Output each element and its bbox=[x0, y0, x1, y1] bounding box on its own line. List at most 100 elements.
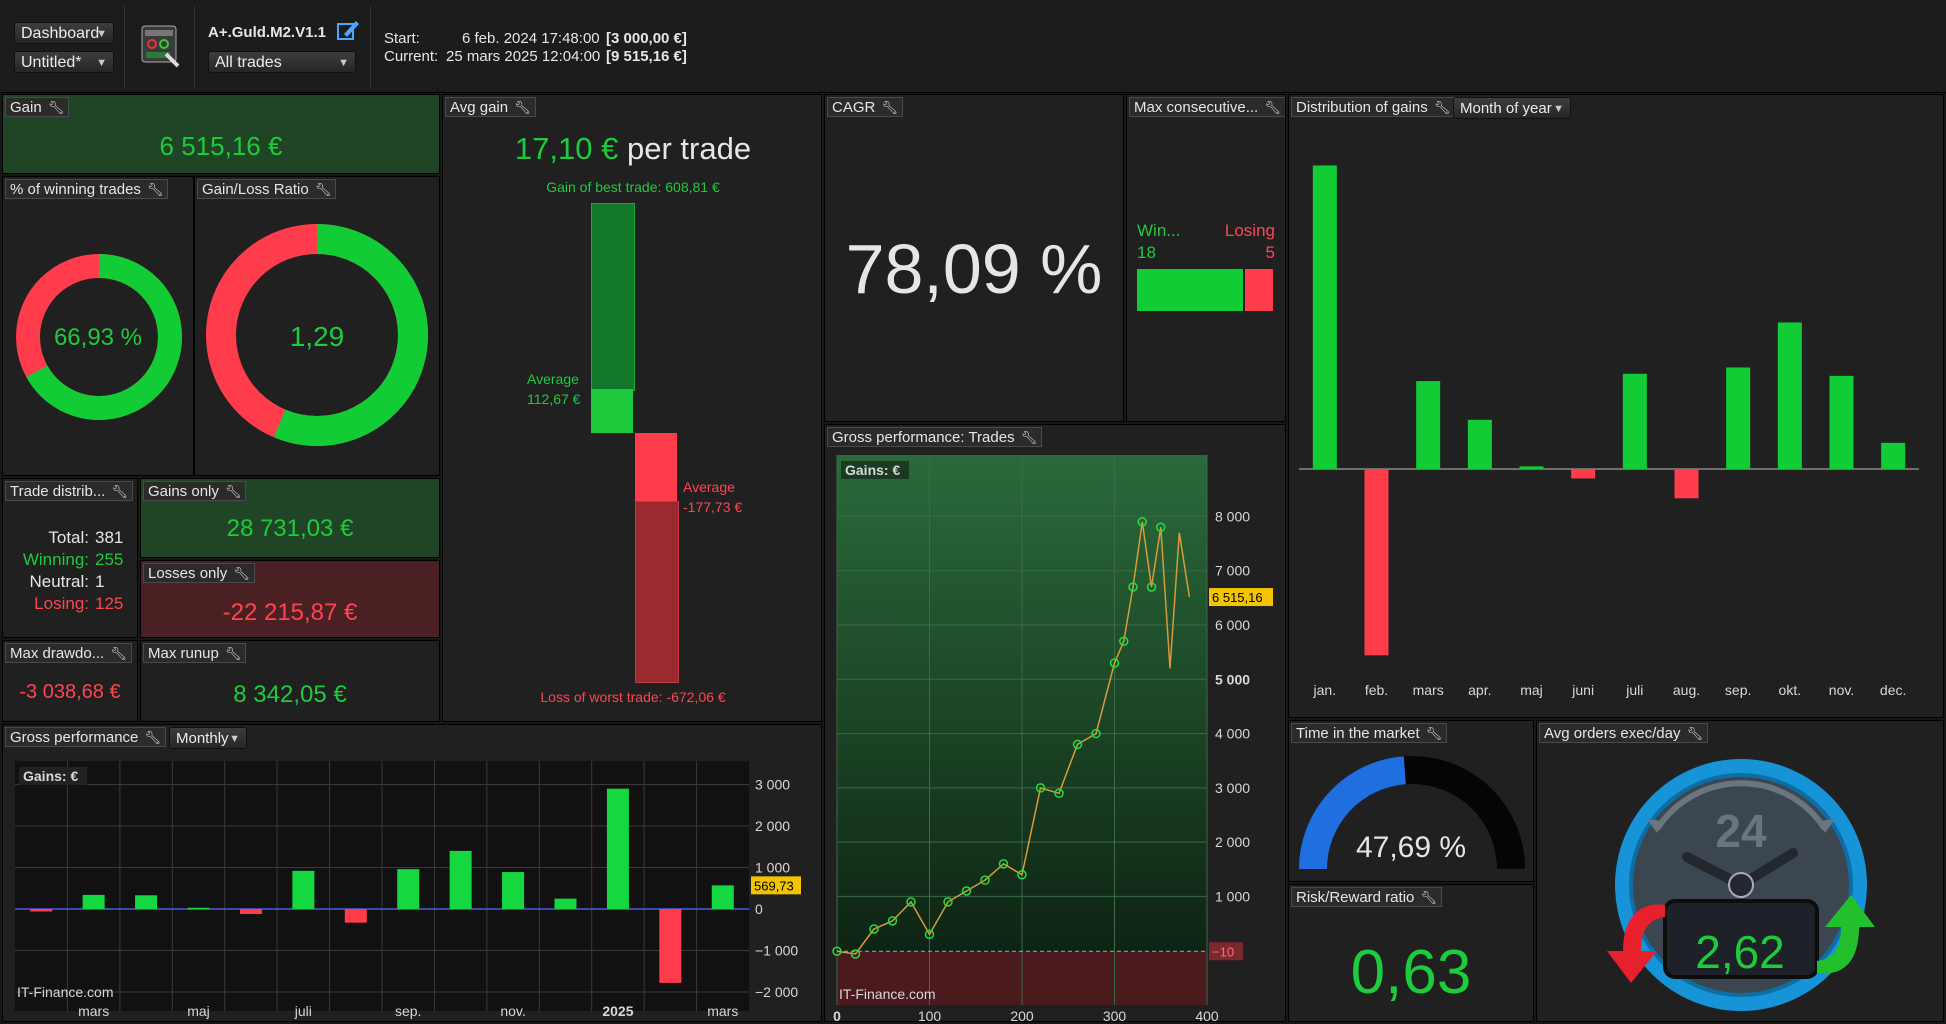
panel-title[interactable]: CAGR 🔧︎ bbox=[827, 97, 903, 117]
avg-gain-panel: Avg gain 🔧︎ 17,10 € per trade Gain of bes… bbox=[442, 94, 822, 722]
last-value-label: 6 515,16 bbox=[1212, 590, 1263, 605]
avg-win-bar bbox=[591, 389, 633, 433]
avg-orders-value: 2,62 bbox=[1695, 926, 1785, 978]
toolbar: Dashboard ▼ Untitled* ▼ A+.Guld.M2.V1.1 Al… bbox=[0, 0, 1946, 93]
panel-title[interactable]: Max consecutive... 🔧︎ bbox=[1129, 97, 1285, 117]
total-value: 381 bbox=[95, 528, 124, 547]
gain-loss-ratio-panel: Gain/Loss Ratio 🔧︎ 1,29 bbox=[194, 176, 440, 476]
gross-monthly-chart: 3 000 2 000 1 000 0 −1 000 −2 000 mars maj juli s… bbox=[15, 761, 801, 1019]
chevron-down-icon: ▼ bbox=[96, 28, 107, 40]
strategy-editor-icon[interactable] bbox=[140, 24, 182, 70]
trades-filter-select[interactable]: All trades ▼ bbox=[208, 51, 356, 73]
start-date: 6 feb. 2024 17:48:00 bbox=[462, 30, 600, 47]
losing-value: 125 bbox=[95, 594, 124, 613]
bar bbox=[1881, 442, 1906, 469]
winning-label: Winning: bbox=[22, 550, 89, 569]
worst-trade-label: Loss of worst trade: -672,06 € bbox=[540, 689, 726, 705]
y-tick-label: 5 000 bbox=[1215, 671, 1250, 687]
wrench-icon[interactable]: 🔧︎ bbox=[111, 482, 128, 501]
wrench-icon[interactable]: 🔧︎ bbox=[1420, 888, 1437, 907]
lose-streak-value: 5 bbox=[1265, 243, 1275, 262]
y-tick-label: 4 000 bbox=[1215, 726, 1250, 742]
y-tick-label: 2 000 bbox=[1215, 834, 1250, 850]
x-tick-label: 300 bbox=[1103, 1008, 1127, 1022]
bar bbox=[1519, 466, 1544, 469]
total-label: Total: bbox=[48, 528, 89, 547]
y-tick-label: 1 000 bbox=[1215, 888, 1250, 904]
avg-loss-label: Average bbox=[683, 479, 735, 495]
bar bbox=[1829, 375, 1854, 469]
panel-title[interactable]: Risk/Reward ratio 🔧︎ bbox=[1291, 887, 1442, 907]
month-label: okt. bbox=[1779, 682, 1802, 698]
min-value-label: −10 bbox=[1212, 944, 1234, 959]
trade-distribution-panel: Trade distrib... 🔧︎ Total: Winning: Neutr… bbox=[2, 478, 138, 638]
edit-icon[interactable] bbox=[336, 18, 360, 42]
x-tick-label: maj bbox=[187, 1003, 210, 1019]
wrench-icon[interactable]: 🔧︎ bbox=[514, 98, 531, 117]
losses-only-value: -22 215,87 € bbox=[222, 599, 358, 626]
y-tick-label: −1 000 bbox=[755, 943, 798, 959]
gain-panel: Gain 🔧︎ 6 515,16 € bbox=[2, 94, 440, 174]
wrench-icon[interactable]: 🔧︎ bbox=[881, 98, 898, 117]
month-label: aug. bbox=[1673, 682, 1700, 698]
distribution-chart: jan. feb. mars apr. maj juni juli aug. sep. okt. n… bbox=[1299, 165, 1919, 698]
x-tick-label: nov. bbox=[500, 1003, 525, 1019]
panel-title[interactable]: Avg gain 🔧︎ bbox=[445, 97, 536, 117]
view-select[interactable]: Dashboard ▼ bbox=[14, 22, 114, 44]
bar bbox=[135, 895, 158, 909]
x-tick-label: 200 bbox=[1010, 1008, 1034, 1022]
avg-gain-line: 17,10 € per trade bbox=[443, 131, 821, 167]
y-tick-label: 3 000 bbox=[755, 777, 790, 793]
clock-label: 24 bbox=[1715, 805, 1767, 857]
wrench-icon[interactable]: 🔧︎ bbox=[48, 98, 65, 117]
best-trade-bar bbox=[591, 203, 635, 391]
wrench-icon[interactable]: 🔧︎ bbox=[110, 644, 127, 663]
current-value: [9 515,16 €] bbox=[606, 48, 687, 65]
neutral-label: Neutral: bbox=[29, 572, 89, 591]
panel-title[interactable]: Trade distrib... 🔧︎ bbox=[5, 481, 133, 501]
avg-loss-value: -177,73 € bbox=[683, 499, 743, 515]
panel-title[interactable]: Max drawdo... 🔧︎ bbox=[5, 643, 132, 663]
x-tick-label: 400 bbox=[1195, 1008, 1219, 1022]
y-tick-label: 0 bbox=[755, 901, 763, 917]
max-runup-panel: Max runup 🔧︎ 8 342,05 € bbox=[140, 640, 440, 722]
avg-win-value: 112,67 € bbox=[527, 391, 581, 407]
panel-title[interactable]: Losses only 🔧︎ bbox=[143, 563, 255, 583]
wrench-icon[interactable]: 🔧︎ bbox=[1264, 98, 1281, 117]
month-label: sep. bbox=[1725, 682, 1751, 698]
lose-streak-bar bbox=[1245, 269, 1273, 311]
wrench-icon[interactable]: 🔧︎ bbox=[233, 564, 250, 583]
layout-select[interactable]: Untitled* ▼ bbox=[14, 51, 114, 73]
bar bbox=[1726, 367, 1751, 469]
winning-value: 255 bbox=[95, 550, 124, 569]
wrench-icon[interactable]: 🔧︎ bbox=[225, 644, 242, 663]
view-select-label: Dashboard bbox=[21, 25, 100, 42]
panel-title-label: Max drawdo... bbox=[10, 645, 105, 662]
gross-trades-chart: 8 000 7 000 6 000 5 000 4 000 3 000 2 000 1 000… bbox=[832, 455, 1273, 1022]
start-value: [3 000,00 €] bbox=[606, 30, 687, 47]
panel-title[interactable]: Max runup 🔧︎ bbox=[143, 643, 247, 663]
panel-title-label: Gains only bbox=[148, 483, 219, 500]
chevron-down-icon: ▼ bbox=[338, 57, 349, 69]
time-in-market-value: 47,69 % bbox=[1355, 831, 1467, 864]
bar bbox=[1364, 469, 1389, 656]
trade-distribution-values: 381 255 1 125 bbox=[95, 527, 123, 615]
trades-filter-label: All trades bbox=[215, 54, 282, 71]
best-trade-label: Gain of best trade: 608,81 € bbox=[546, 179, 720, 195]
max-drawdown-value: -3 038,68 € bbox=[19, 681, 121, 703]
x-tick-label: 2025 bbox=[602, 1003, 633, 1019]
chevron-down-icon: ▼ bbox=[96, 57, 107, 69]
y-tick-label: 6 000 bbox=[1215, 617, 1250, 633]
panel-title-label: Max runup bbox=[148, 645, 219, 662]
panel-title[interactable]: Gains only 🔧︎ bbox=[143, 481, 247, 501]
panel-title[interactable]: Gain 🔧︎ bbox=[5, 97, 70, 117]
clock-center bbox=[1728, 872, 1754, 898]
win-streak-bar bbox=[1137, 269, 1243, 311]
gross-trades-panel: Gross performance: Trades 🔧︎ 8 000 7 000 6 … bbox=[824, 424, 1286, 1022]
wrench-icon[interactable]: 🔧︎ bbox=[225, 482, 242, 501]
y-tick-label: −2 000 bbox=[755, 984, 798, 1000]
bar bbox=[1622, 373, 1647, 469]
month-label: nov. bbox=[1829, 682, 1854, 698]
gains-only-panel: Gains only 🔧︎ 28 731,03 € bbox=[140, 478, 440, 558]
legend-label: Gains: € bbox=[845, 462, 900, 478]
